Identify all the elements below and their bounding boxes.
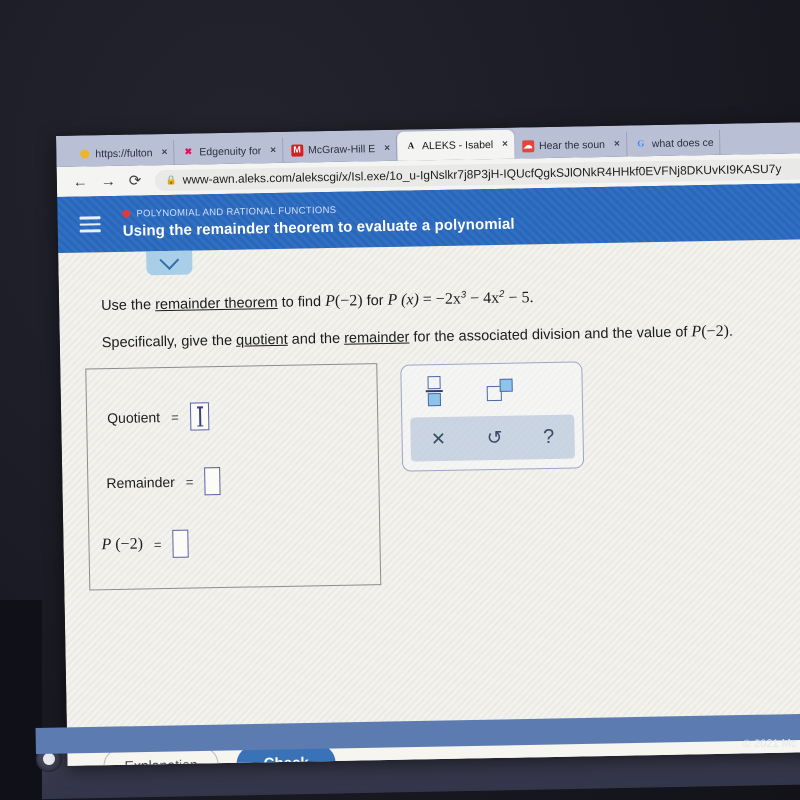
edgenuity-x-icon: ✖ bbox=[184, 146, 193, 157]
polynomial-eq-part3: − 5. bbox=[504, 289, 534, 307]
undo-icon[interactable]: ↺ bbox=[486, 426, 502, 449]
problem-line2-post: for the associated division and the valu… bbox=[409, 324, 692, 346]
polynomial-eq-part2: − 4x bbox=[466, 289, 500, 308]
browser-tab-title: what does ce bbox=[651, 136, 714, 150]
exponent-button[interactable] bbox=[486, 378, 513, 402]
p-value-input[interactable] bbox=[172, 529, 189, 558]
topic-label: POLYNOMIAL AND RATIONAL FUNCTIONS bbox=[136, 204, 337, 220]
back-icon[interactable]: ← bbox=[73, 173, 88, 190]
clear-icon[interactable]: ✕ bbox=[431, 428, 446, 449]
p-value-row: P (−2) = bbox=[101, 529, 189, 560]
p-argument: (−2) bbox=[334, 292, 363, 310]
help-icon[interactable]: ? bbox=[543, 425, 555, 448]
forward-icon[interactable]: → bbox=[101, 172, 116, 189]
problem-line1-for: for bbox=[362, 292, 388, 310]
math-keypad-top-row bbox=[401, 362, 582, 417]
header-text-group: POLYNOMIAL AND RATIONAL FUNCTIONS Using … bbox=[122, 201, 515, 240]
quotient-row: Quotient = bbox=[107, 402, 209, 432]
collapse-panel-toggle[interactable] bbox=[146, 250, 193, 276]
remainder-row: Remainder = bbox=[106, 467, 221, 497]
lock-icon: 🔒 bbox=[165, 174, 177, 185]
problem-line-1: Use the remainder theorem to find P(−2) … bbox=[101, 283, 800, 315]
problem-line1-mid: to find bbox=[277, 293, 326, 311]
p-symbol-2: P bbox=[691, 323, 702, 341]
aleks-a-icon: A bbox=[407, 140, 415, 151]
quotient-link[interactable]: quotient bbox=[236, 332, 288, 349]
browser-tab-title: McGraw-Hill E bbox=[307, 142, 376, 156]
menu-icon[interactable] bbox=[79, 216, 101, 233]
problem-line1-pre: Use the bbox=[100, 297, 156, 315]
equals-sign: = bbox=[153, 536, 162, 552]
browser-window: https://fulton × ✖ Edgenuity for × M McG… bbox=[56, 121, 800, 766]
remainder-link[interactable]: remainder bbox=[344, 329, 410, 346]
close-icon[interactable]: × bbox=[157, 147, 167, 158]
problem-line2-period: . bbox=[728, 323, 734, 340]
p-symbol: P bbox=[324, 292, 336, 310]
close-icon[interactable]: × bbox=[610, 139, 620, 150]
browser-tab-0[interactable]: https://fulton × bbox=[70, 139, 175, 167]
browser-tab-2[interactable]: M McGraw-Hill E × bbox=[282, 135, 398, 163]
exercise-page: Use the remainder theorem to find P(−2) … bbox=[58, 238, 800, 766]
equals-sign: = bbox=[170, 409, 179, 425]
browser-tab-title: Edgenuity for bbox=[199, 144, 262, 158]
record-dot-icon bbox=[122, 209, 131, 218]
browser-tab-5[interactable]: G what does ce bbox=[626, 129, 721, 157]
p-value-arg: (−2) bbox=[115, 535, 144, 553]
browser-tab-title: Hear the soun bbox=[538, 138, 606, 152]
quotient-label: Quotient bbox=[107, 409, 161, 427]
device-home-button-dot bbox=[43, 753, 55, 765]
close-icon[interactable]: × bbox=[380, 143, 390, 154]
math-keypad: ✕ ↺ ? bbox=[400, 361, 585, 472]
answer-panel: Quotient = Remainder = P (−2) = bbox=[85, 363, 382, 591]
math-keypad-bottom-row: ✕ ↺ ? bbox=[410, 414, 575, 462]
text-caret bbox=[199, 406, 201, 427]
remainder-input[interactable] bbox=[204, 467, 221, 496]
p-argument-2: (−2) bbox=[701, 322, 730, 341]
browser-tab-title: ALEKS - Isabel bbox=[421, 138, 494, 152]
close-icon[interactable]: × bbox=[498, 139, 508, 150]
browser-tab-aleks[interactable]: A ALEKS - Isabel × bbox=[396, 129, 515, 161]
page-title: Using the remainder theorem to evaluate … bbox=[122, 215, 515, 240]
close-icon[interactable]: × bbox=[266, 145, 276, 156]
problem-line2-mid: and the bbox=[287, 330, 345, 348]
copyright-text: © 2021 Mc bbox=[742, 737, 797, 751]
reload-icon[interactable]: ⟳ bbox=[129, 172, 142, 189]
google-g-icon: G bbox=[637, 138, 645, 149]
browser-tab-title: https://fulton bbox=[95, 146, 153, 160]
browser-tab-4[interactable]: ☁ Hear the soun × bbox=[513, 131, 628, 159]
device-bezel-left bbox=[0, 600, 42, 800]
fraction-button[interactable] bbox=[425, 375, 443, 407]
p-value-label: P bbox=[101, 536, 112, 554]
remainder-label: Remainder bbox=[106, 473, 175, 492]
address-bar-url: www-awn.aleks.com/alekscgi/x/Isl.exe/1o_… bbox=[182, 161, 782, 187]
problem-line2-pre: Specifically, give the bbox=[101, 332, 237, 352]
p-of-x: P (x) bbox=[387, 291, 419, 309]
quotient-input[interactable] bbox=[189, 402, 209, 431]
equals-sign: = bbox=[185, 474, 194, 490]
soundcloud-icon: ☁ bbox=[521, 139, 535, 152]
chevron-down-icon bbox=[159, 250, 180, 271]
polynomial-eq-part1: = −2x bbox=[418, 290, 462, 309]
problem-line-2: Specifically, give the quotient and the … bbox=[102, 321, 800, 353]
mcgraw-hill-icon: M bbox=[290, 143, 304, 157]
remainder-theorem-link[interactable]: remainder theorem bbox=[155, 295, 278, 313]
problem-statement: Use the remainder theorem to find P(−2) … bbox=[101, 283, 800, 352]
browser-tab-1[interactable]: ✖ Edgenuity for × bbox=[174, 137, 284, 165]
bulb-icon bbox=[78, 148, 90, 160]
